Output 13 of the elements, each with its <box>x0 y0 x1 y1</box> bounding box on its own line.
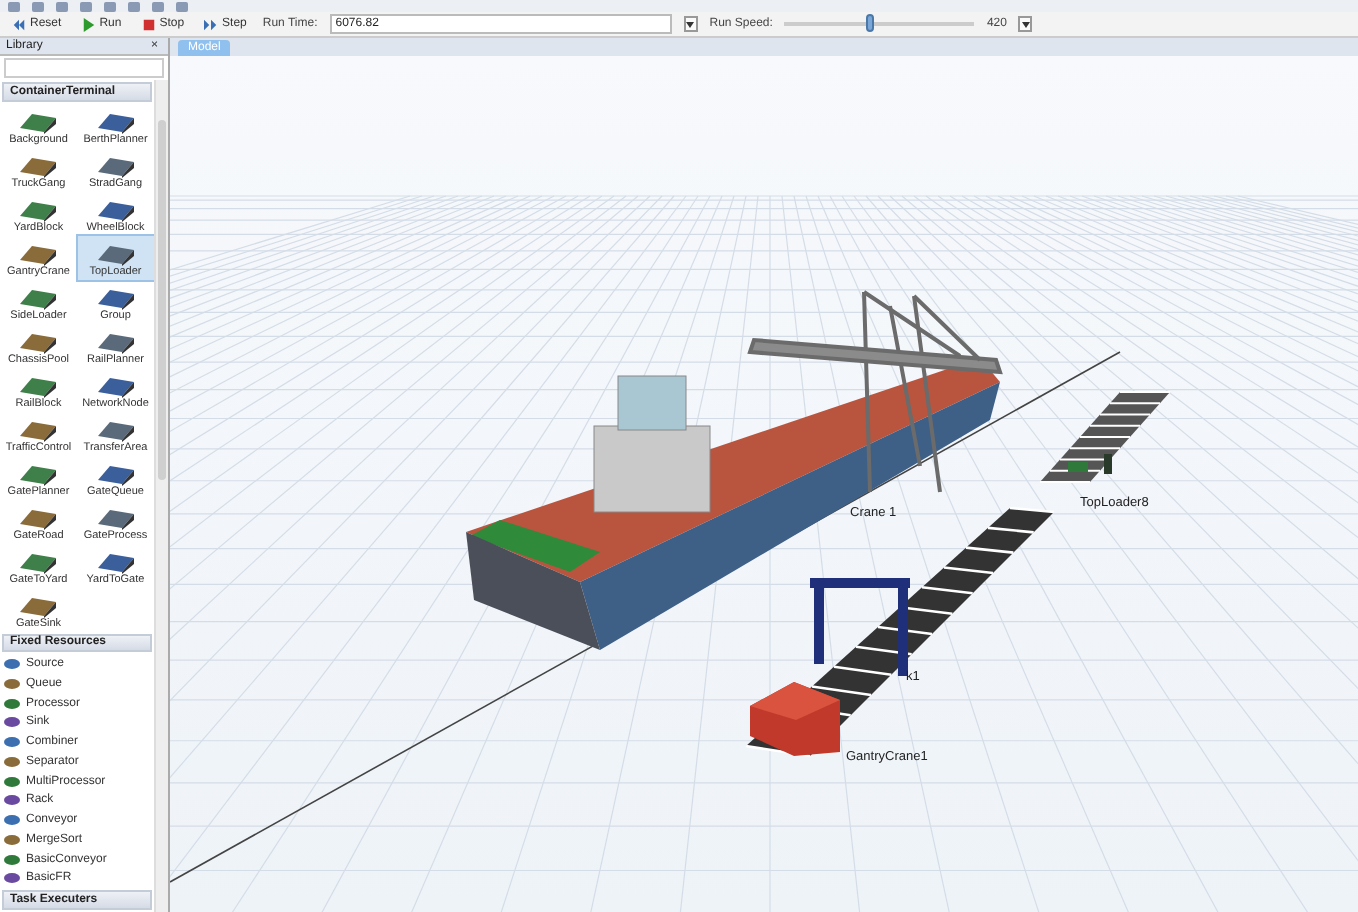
step-icon <box>204 17 219 31</box>
top-loader-drawing <box>1068 454 1112 474</box>
caret-icon <box>1021 21 1030 27</box>
reset-icon <box>12 17 26 31</box>
dropdown-button[interactable] <box>683 16 698 32</box>
search-field[interactable] <box>4 58 164 78</box>
slider-thumb[interactable] <box>866 14 875 32</box>
play-icon <box>81 17 96 31</box>
dropdown-button[interactable] <box>1018 16 1033 32</box>
caret-icon <box>686 21 695 27</box>
rail-track-drawing <box>1039 391 1171 483</box>
scrollbar[interactable] <box>154 80 168 912</box>
stop-icon <box>141 17 156 31</box>
